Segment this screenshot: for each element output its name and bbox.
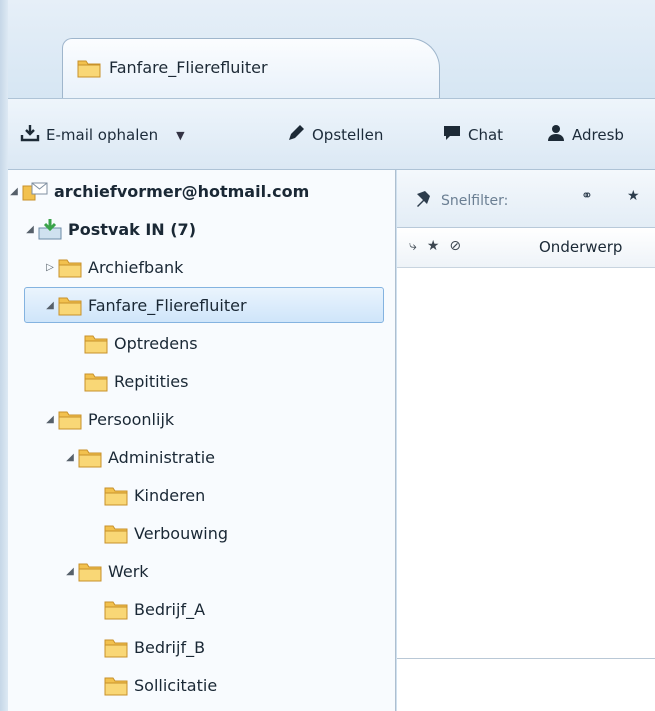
folder-item[interactable]: Repitities bbox=[70, 364, 188, 398]
expanded-arrow-icon[interactable]: ◢ bbox=[44, 414, 56, 425]
folder-icon bbox=[104, 674, 128, 696]
folder-item[interactable]: Bedrijf_A bbox=[90, 592, 205, 626]
tab-strip: Fanfare_Flierefluiter bbox=[8, 0, 655, 100]
message-pane: Snelfilter: ⚭ ★ ⤷ ★ ⊘ Onderwerp bbox=[397, 170, 655, 711]
folder-item[interactable]: ▷ Archiefbank bbox=[44, 250, 183, 284]
filter-starred-button[interactable]: ★ bbox=[627, 188, 640, 204]
expanded-arrow-icon[interactable]: ◢ bbox=[24, 224, 36, 235]
get-mail-icon bbox=[20, 123, 40, 147]
folder-label: Verbouwing bbox=[134, 523, 229, 543]
quick-filter-bar: Snelfilter: ⚭ ★ bbox=[397, 170, 655, 228]
folder-label: Persoonlijk bbox=[88, 409, 175, 429]
column-icons: ⤷ ★ ⊘ bbox=[409, 238, 461, 254]
folder-icon bbox=[78, 446, 102, 468]
folder-icon bbox=[104, 522, 128, 544]
folder-icon bbox=[104, 484, 128, 506]
tab-fanfare-flierefluiter[interactable]: Fanfare_Flierefluiter bbox=[62, 38, 440, 100]
folder-item[interactable]: Bedrijf_B bbox=[90, 630, 205, 664]
folder-icon bbox=[58, 294, 82, 316]
folder-label: Archiefbank bbox=[88, 257, 184, 277]
folder-item[interactable]: Verbouwing bbox=[90, 516, 228, 550]
expanded-arrow-icon[interactable]: ◢ bbox=[8, 186, 20, 197]
compose-button[interactable]: Opstellen bbox=[286, 123, 383, 147]
column-subject[interactable]: Onderwerp bbox=[539, 238, 622, 256]
folder-label: Fanfare_Flierefluiter bbox=[88, 295, 247, 315]
folder-item[interactable]: ◢ Administratie bbox=[64, 440, 215, 474]
folder-label: Optredens bbox=[114, 333, 198, 353]
folder-label: Sollicitatie bbox=[134, 675, 218, 695]
pencil-icon bbox=[286, 123, 306, 147]
account-icon bbox=[22, 180, 48, 202]
folder-label: Administratie bbox=[108, 447, 215, 467]
expanded-arrow-icon[interactable]: ◢ bbox=[64, 566, 76, 577]
get-mail-button[interactable]: E-mail ophalen ▼ bbox=[20, 123, 185, 147]
folder-label: Werk bbox=[108, 561, 149, 581]
folder-item[interactable]: ◢ Persoonlijk bbox=[44, 402, 174, 436]
folder-item[interactable]: Sollicitatie bbox=[90, 668, 217, 702]
folder-item[interactable]: Kinderen bbox=[90, 478, 205, 512]
app-window: Fanfare_Flierefluiter E-mail ophalen ▼ O… bbox=[0, 0, 655, 711]
folder-label: Repitities bbox=[114, 371, 189, 391]
folder-icon bbox=[104, 636, 128, 658]
addressbook-button[interactable]: Adresb bbox=[546, 123, 624, 147]
chat-label: Chat bbox=[468, 126, 504, 144]
folder-pane: ◢ archiefvormer@hotmail.com ◢ Postvak IN (7… bbox=[8, 170, 396, 711]
chat-button[interactable]: Chat bbox=[442, 123, 503, 147]
pin-icon bbox=[413, 188, 435, 214]
folder-icon bbox=[104, 598, 128, 620]
folder-item[interactable]: Optredens bbox=[70, 326, 198, 360]
collapsed-arrow-icon[interactable]: ▷ bbox=[44, 262, 56, 273]
folder-label: Kinderen bbox=[134, 485, 206, 505]
expanded-arrow-icon[interactable]: ◢ bbox=[64, 452, 76, 463]
folder-icon bbox=[84, 332, 108, 354]
inbox-icon bbox=[38, 218, 62, 240]
folder-label: Bedrijf_B bbox=[134, 637, 206, 657]
folder-icon bbox=[84, 370, 108, 392]
addressbook-label: Adresb bbox=[572, 126, 624, 144]
message-list-header: ⤷ ★ ⊘ Onderwerp bbox=[397, 228, 655, 268]
addressbook-icon bbox=[546, 123, 566, 147]
folder-label: Postvak IN (7) bbox=[68, 219, 196, 239]
folder-icon bbox=[58, 256, 82, 278]
get-mail-label: E-mail ophalen bbox=[46, 126, 159, 144]
folder-item[interactable]: ◢ Fanfare_Flierefluiter bbox=[44, 288, 247, 322]
star-icon: ★ bbox=[627, 188, 640, 204]
compose-label: Opstellen bbox=[312, 126, 384, 144]
pane-divider[interactable] bbox=[397, 658, 655, 659]
chevron-down-icon[interactable]: ▼ bbox=[176, 129, 184, 142]
main-toolbar: E-mail ophalen ▼ Opstellen Chat Adresb bbox=[8, 98, 655, 170]
chat-icon bbox=[442, 123, 462, 147]
folder-icon bbox=[58, 408, 82, 430]
quick-filter-label: Snelfilter: bbox=[441, 193, 509, 209]
folder-label: Bedrijf_A bbox=[134, 599, 206, 619]
thread-column-icon[interactable]: ⤷ bbox=[409, 238, 417, 254]
star-column-icon[interactable]: ★ bbox=[427, 238, 440, 254]
folder-item[interactable]: ◢ Postvak IN (7) bbox=[24, 212, 196, 246]
folder-icon bbox=[78, 560, 102, 582]
link-icon: ⚭ bbox=[581, 188, 593, 204]
folder-item[interactable]: ◢ Werk bbox=[64, 554, 149, 588]
attachment-column-icon[interactable]: ⊘ bbox=[449, 238, 461, 254]
filter-thread-button[interactable]: ⚭ bbox=[581, 188, 593, 204]
quick-filter-toggle[interactable]: Snelfilter: bbox=[413, 188, 508, 214]
tab-label: Fanfare_Flierefluiter bbox=[109, 58, 268, 77]
expanded-arrow-icon[interactable]: ◢ bbox=[44, 300, 56, 311]
folder-icon bbox=[77, 55, 101, 83]
folder-item[interactable]: ◢ archiefvormer@hotmail.com bbox=[8, 174, 309, 208]
folder-label: archiefvormer@hotmail.com bbox=[54, 181, 310, 201]
